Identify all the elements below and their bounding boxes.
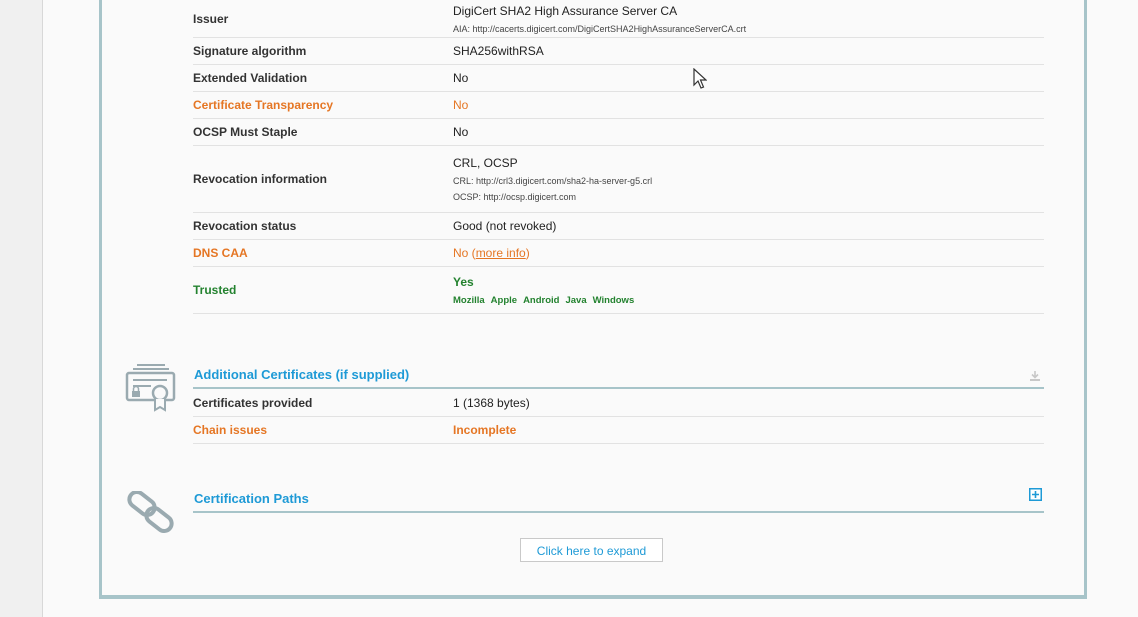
row-label: OCSP Must Staple xyxy=(193,125,298,139)
additional-certificates-header: Additional Certificates (if supplied) xyxy=(193,363,1044,389)
table-row-dns-caa: DNS CAA No (more info) xyxy=(193,240,1044,267)
table-row-revocation-information: Revocation information CRL, OCSP CRL: ht… xyxy=(193,146,1044,213)
more-info-link[interactable]: more info xyxy=(476,246,526,260)
row-label: Certificate Transparency xyxy=(193,98,334,112)
table-row-extended-validation: Extended Validation No xyxy=(193,65,1044,92)
row-value: Good (not revoked) xyxy=(453,219,557,233)
row-value: 1 (1368 bytes) xyxy=(453,396,530,410)
certification-paths-header: Certification Paths xyxy=(193,487,1044,513)
table-row-ocsp-must-staple: OCSP Must Staple No xyxy=(193,119,1044,146)
row-value: DigiCert SHA2 High Assurance Server CA A… xyxy=(453,4,1044,34)
table-row-signature-algorithm: Signature algorithm SHA256withRSA xyxy=(193,38,1044,65)
trust-store-list: Mozilla Apple Android Java Windows xyxy=(453,295,1044,306)
row-label: Issuer xyxy=(193,11,229,26)
row-label: Trusted xyxy=(193,283,237,297)
row-label: Revocation information xyxy=(193,172,328,186)
row-label: Extended Validation xyxy=(193,71,308,85)
additional-certificates-table: Certificates provided 1 (1368 bytes) Cha… xyxy=(193,390,1044,444)
trust-store-apple: Apple xyxy=(490,294,518,306)
table-row-certificate-transparency: Certificate Transparency No xyxy=(193,92,1044,119)
row-label: DNS CAA xyxy=(193,246,248,260)
row-label: Certificates provided xyxy=(193,396,313,410)
row-value: CRL, OCSP CRL: http://crl3.digicert.com/… xyxy=(453,156,1044,202)
issuer-aia: AIA: http://cacerts.digicert.com/DigiCer… xyxy=(453,23,747,34)
trust-store-java: Java xyxy=(565,294,587,306)
row-value: No xyxy=(453,71,469,85)
expand-button[interactable]: Click here to expand xyxy=(520,538,663,562)
section-title[interactable]: Certification Paths xyxy=(194,491,309,506)
table-row-certificates-provided: Certificates provided 1 (1368 bytes) xyxy=(193,390,1044,417)
crl-url: CRL: http://crl3.digicert.com/sha2-ha-se… xyxy=(453,176,653,186)
row-value: No xyxy=(453,98,469,112)
mouse-cursor-icon xyxy=(693,67,708,95)
paren-open: ( xyxy=(468,246,476,260)
issuer-name: DigiCert SHA2 High Assurance Server CA xyxy=(453,3,678,18)
trust-store-windows: Windows xyxy=(592,294,635,306)
dns-caa-value: No xyxy=(453,246,469,260)
row-value: SHA256withRSA xyxy=(453,44,544,58)
revocation-methods: CRL, OCSP xyxy=(453,156,518,170)
row-value: No (more info) xyxy=(453,246,1044,260)
certificate-panel: Issuer DigiCert SHA2 High Assurance Serv… xyxy=(99,0,1087,599)
section-title[interactable]: Additional Certificates (if supplied) xyxy=(194,367,409,382)
ocsp-url: OCSP: http://ocsp.digicert.com xyxy=(453,192,577,202)
trust-store-mozilla: Mozilla xyxy=(453,294,485,306)
table-row-issuer: Issuer DigiCert SHA2 High Assurance Serv… xyxy=(193,0,1044,38)
paren-close: ) xyxy=(525,246,530,260)
row-value: Incomplete xyxy=(453,423,517,437)
certificate-icon xyxy=(125,362,177,417)
trusted-value: Yes xyxy=(453,274,474,289)
row-label: Signature algorithm xyxy=(193,44,307,58)
table-row-trusted: Trusted Yes Mozilla Apple Android Java Windo… xyxy=(193,267,1044,314)
plus-box-icon[interactable] xyxy=(1029,488,1042,506)
table-row-revocation-status: Revocation status Good (not revoked) xyxy=(193,213,1044,240)
row-value: Yes Mozilla Apple Android Java Windows xyxy=(453,275,1044,306)
row-value: No xyxy=(453,125,469,139)
left-sidebar-strip xyxy=(0,0,43,617)
row-label: Revocation status xyxy=(193,219,297,233)
table-row-chain-issues: Chain issues Incomplete xyxy=(193,417,1044,444)
chain-link-icon xyxy=(125,489,177,538)
trust-store-android: Android xyxy=(523,294,560,306)
certificate-details-table: Issuer DigiCert SHA2 High Assurance Serv… xyxy=(193,0,1044,314)
row-label: Chain issues xyxy=(193,423,268,437)
download-icon[interactable] xyxy=(1029,369,1041,387)
